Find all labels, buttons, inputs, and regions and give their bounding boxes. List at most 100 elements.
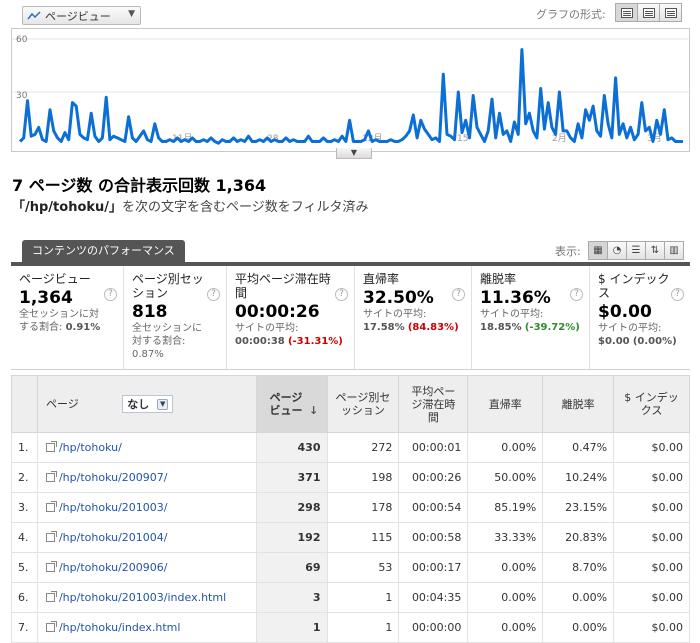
- card-exit-rate: 離脱率 11.36% サイトの平均: 18.85% (-39.72%) ?: [472, 266, 590, 369]
- external-link-icon[interactable]: [45, 471, 57, 482]
- graph-mode-month-button[interactable]: [659, 3, 682, 22]
- pageview-chart: 11月 28 12月 15 2月 3月 60 30: [11, 28, 691, 152]
- col-dollar-index[interactable]: $ インデックス: [613, 375, 690, 433]
- card-bounce-rate: 直帰率 32.50% サイトの平均: 17.58% (84.83%) ?: [355, 266, 472, 369]
- page-link[interactable]: /hp/tohoku/index.html: [59, 621, 180, 634]
- help-icon[interactable]: ?: [671, 288, 684, 301]
- card-delta: (-31.31%): [287, 336, 343, 347]
- graph-mode-day-button[interactable]: [615, 3, 638, 22]
- index-cell: $0.00: [613, 492, 690, 523]
- page-cell: /hp/tohoku/201003/: [36, 492, 257, 523]
- card-avg-line: 00:00:38 (-31.31%): [235, 335, 346, 348]
- y-tick-30: 30: [16, 91, 28, 101]
- card-avg-time: 平均ページ滞在時間 00:00:26 サイトの平均: 00:00:38 (-31…: [227, 266, 355, 369]
- card-sub: 全セッションに: [132, 323, 202, 334]
- bounce-cell: 0.00%: [467, 432, 544, 463]
- page-cell: /hp/tohoku/200906/: [36, 552, 257, 583]
- card-value: $0.00: [598, 302, 652, 322]
- card-sub-line2: 対する割合:: [132, 336, 186, 347]
- external-link-icon[interactable]: [45, 591, 57, 602]
- card-sub-line2: する割合: 0.91%: [19, 321, 115, 334]
- exit-cell: 20.83%: [542, 522, 615, 553]
- help-icon[interactable]: ?: [207, 288, 220, 301]
- col-index-label: $ インデックス: [624, 391, 679, 417]
- col-pageviews[interactable]: ページビュー ↓: [255, 375, 328, 433]
- collapse-chart-button[interactable]: ▼: [336, 148, 372, 159]
- index-cell: $0.00: [613, 522, 690, 553]
- avg-time-cell: 00:00:00: [398, 612, 469, 643]
- exit-cell: 8.70%: [542, 552, 615, 583]
- bounce-cell: 0.00%: [467, 552, 544, 583]
- help-icon[interactable]: ?: [335, 288, 348, 301]
- col-avg-time[interactable]: 平均ページ滞在時間: [398, 375, 469, 433]
- page-link[interactable]: /hp/tohoku/201003/: [59, 501, 168, 514]
- pie-view-button[interactable]: ◔: [607, 241, 627, 260]
- page-cell: /hp/tohoku/200907/: [36, 462, 257, 493]
- external-link-icon[interactable]: [45, 441, 57, 452]
- page-cell: /hp/tohoku/: [36, 432, 257, 463]
- compare-view-button[interactable]: ⇅: [645, 241, 665, 260]
- table-row: 7./hp/tohoku/index.html 1 1 00:00:00 0.00% 0.…: [11, 612, 690, 643]
- card-sub: サイトの平均:: [235, 323, 299, 334]
- table-row: 2. /hp/tohoku/200907/371 198 00:00:26 50.00%…: [11, 462, 690, 493]
- bounce-cell: 0.00%: [467, 612, 544, 643]
- page-link[interactable]: /hp/tohoku/201003/index.html: [59, 591, 226, 604]
- help-icon[interactable]: ?: [104, 288, 117, 301]
- row-number: 6.: [11, 582, 38, 613]
- graph-mode-label: グラフの形式:: [536, 8, 606, 21]
- tab-content-performance[interactable]: コンテンツのパフォーマンス: [22, 240, 185, 262]
- card-sub-line3: 0.87%: [132, 349, 164, 360]
- avg-time-cell: 00:00:58: [398, 522, 469, 553]
- external-link-icon[interactable]: [45, 531, 57, 542]
- exit-cell: 0.47%: [542, 432, 615, 463]
- exit-cell: 23.15%: [542, 492, 615, 523]
- card-sub-text: する割合:: [19, 322, 66, 333]
- card-name: 離脱率: [480, 272, 517, 286]
- table-view-button[interactable]: ▦: [588, 241, 608, 260]
- secondary-dimension-select[interactable]: なし ▼: [122, 395, 174, 413]
- card-sessions: ページ別セッション 818 全セッションに 対する割合: 0.87% ?: [124, 266, 227, 369]
- col-bounce-rate[interactable]: 直帰率: [467, 375, 544, 433]
- metric-selector[interactable]: ページビュー ▼: [22, 6, 141, 25]
- avg-time-cell: 00:00:54: [398, 492, 469, 523]
- pageviews-cell: 69: [255, 552, 328, 583]
- help-icon[interactable]: ?: [570, 288, 583, 301]
- week-view-icon: [642, 7, 655, 18]
- external-link-icon[interactable]: [45, 621, 57, 632]
- col-sessions[interactable]: ページ別セッション: [326, 375, 400, 433]
- graph-mode-buttons: [615, 3, 682, 22]
- sessions-cell: 198: [326, 462, 400, 493]
- graph-mode-week-button[interactable]: [637, 3, 660, 22]
- pageviews-cell: 430: [255, 432, 328, 463]
- external-link-icon[interactable]: [45, 501, 57, 512]
- pageviews-cell: 371: [255, 462, 328, 493]
- col-exit-rate[interactable]: 離脱率: [542, 375, 615, 433]
- index-cell: $0.00: [613, 432, 690, 463]
- col-page: ページ なし ▼: [36, 375, 257, 433]
- card-sub: サイトの平均:: [480, 309, 544, 320]
- page-link[interactable]: /hp/tohoku/200907/: [59, 471, 168, 484]
- help-icon[interactable]: ?: [452, 288, 465, 301]
- page-title: 7 ページ数 の合計表示回数 1,364: [12, 176, 267, 195]
- external-link-icon[interactable]: [45, 561, 57, 572]
- pie-icon: ◔: [612, 245, 622, 256]
- page-link[interactable]: /hp/tohoku/200906/: [59, 561, 168, 574]
- bounce-cell: 0.00%: [467, 582, 544, 613]
- exit-cell: 10.24%: [542, 462, 615, 493]
- bar-view-button[interactable]: ☰: [626, 241, 646, 260]
- card-avg: 00:00:38: [235, 336, 285, 347]
- page-link[interactable]: /hp/tohoku/201004/: [59, 531, 168, 544]
- table-row: 1. /hp/tohoku/430 272 00:00:01 0.00% 0.47% $0.…: [11, 432, 690, 463]
- pivot-view-button[interactable]: ▥: [664, 241, 684, 260]
- bounce-cell: 33.33%: [467, 522, 544, 553]
- x-tick-label: 15: [457, 134, 468, 144]
- page-link[interactable]: /hp/tohoku/: [59, 441, 122, 454]
- sessions-cell: 1: [326, 612, 400, 643]
- card-value: 32.50%: [363, 288, 434, 308]
- card-delta: (84.83%): [407, 322, 459, 333]
- card-sub: サイトの平均:: [363, 309, 427, 320]
- secondary-dimension-value: なし: [127, 397, 150, 411]
- card-sub: 全セッションに対: [19, 309, 99, 320]
- card-avg: 18.85%: [480, 322, 522, 333]
- sessions-cell: 272: [326, 432, 400, 463]
